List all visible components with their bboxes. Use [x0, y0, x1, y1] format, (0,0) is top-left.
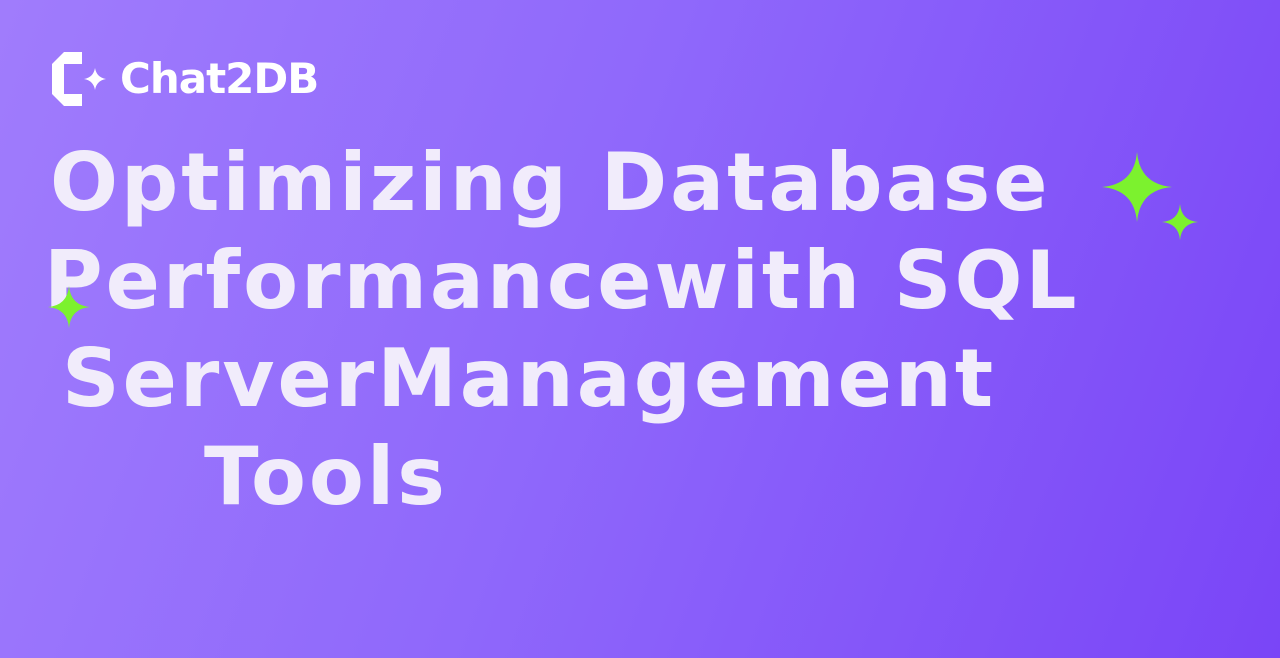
- brand: Chat2DB: [50, 52, 319, 106]
- headline-line-2: Performancewith SQL: [44, 234, 1080, 327]
- headline: Optimizing Database Performancewith SQL …: [40, 134, 1100, 526]
- chat2db-logo-icon: [52, 52, 106, 106]
- headline-line-3: ServerManagement: [62, 332, 997, 425]
- headline-line-4: Tools: [204, 430, 448, 523]
- sparkle-left-icon: [48, 286, 90, 328]
- brand-name: Chat2DB: [120, 54, 319, 103]
- headline-line-1: Optimizing Database: [50, 136, 1051, 229]
- sparkle-small-icon: [1162, 204, 1198, 240]
